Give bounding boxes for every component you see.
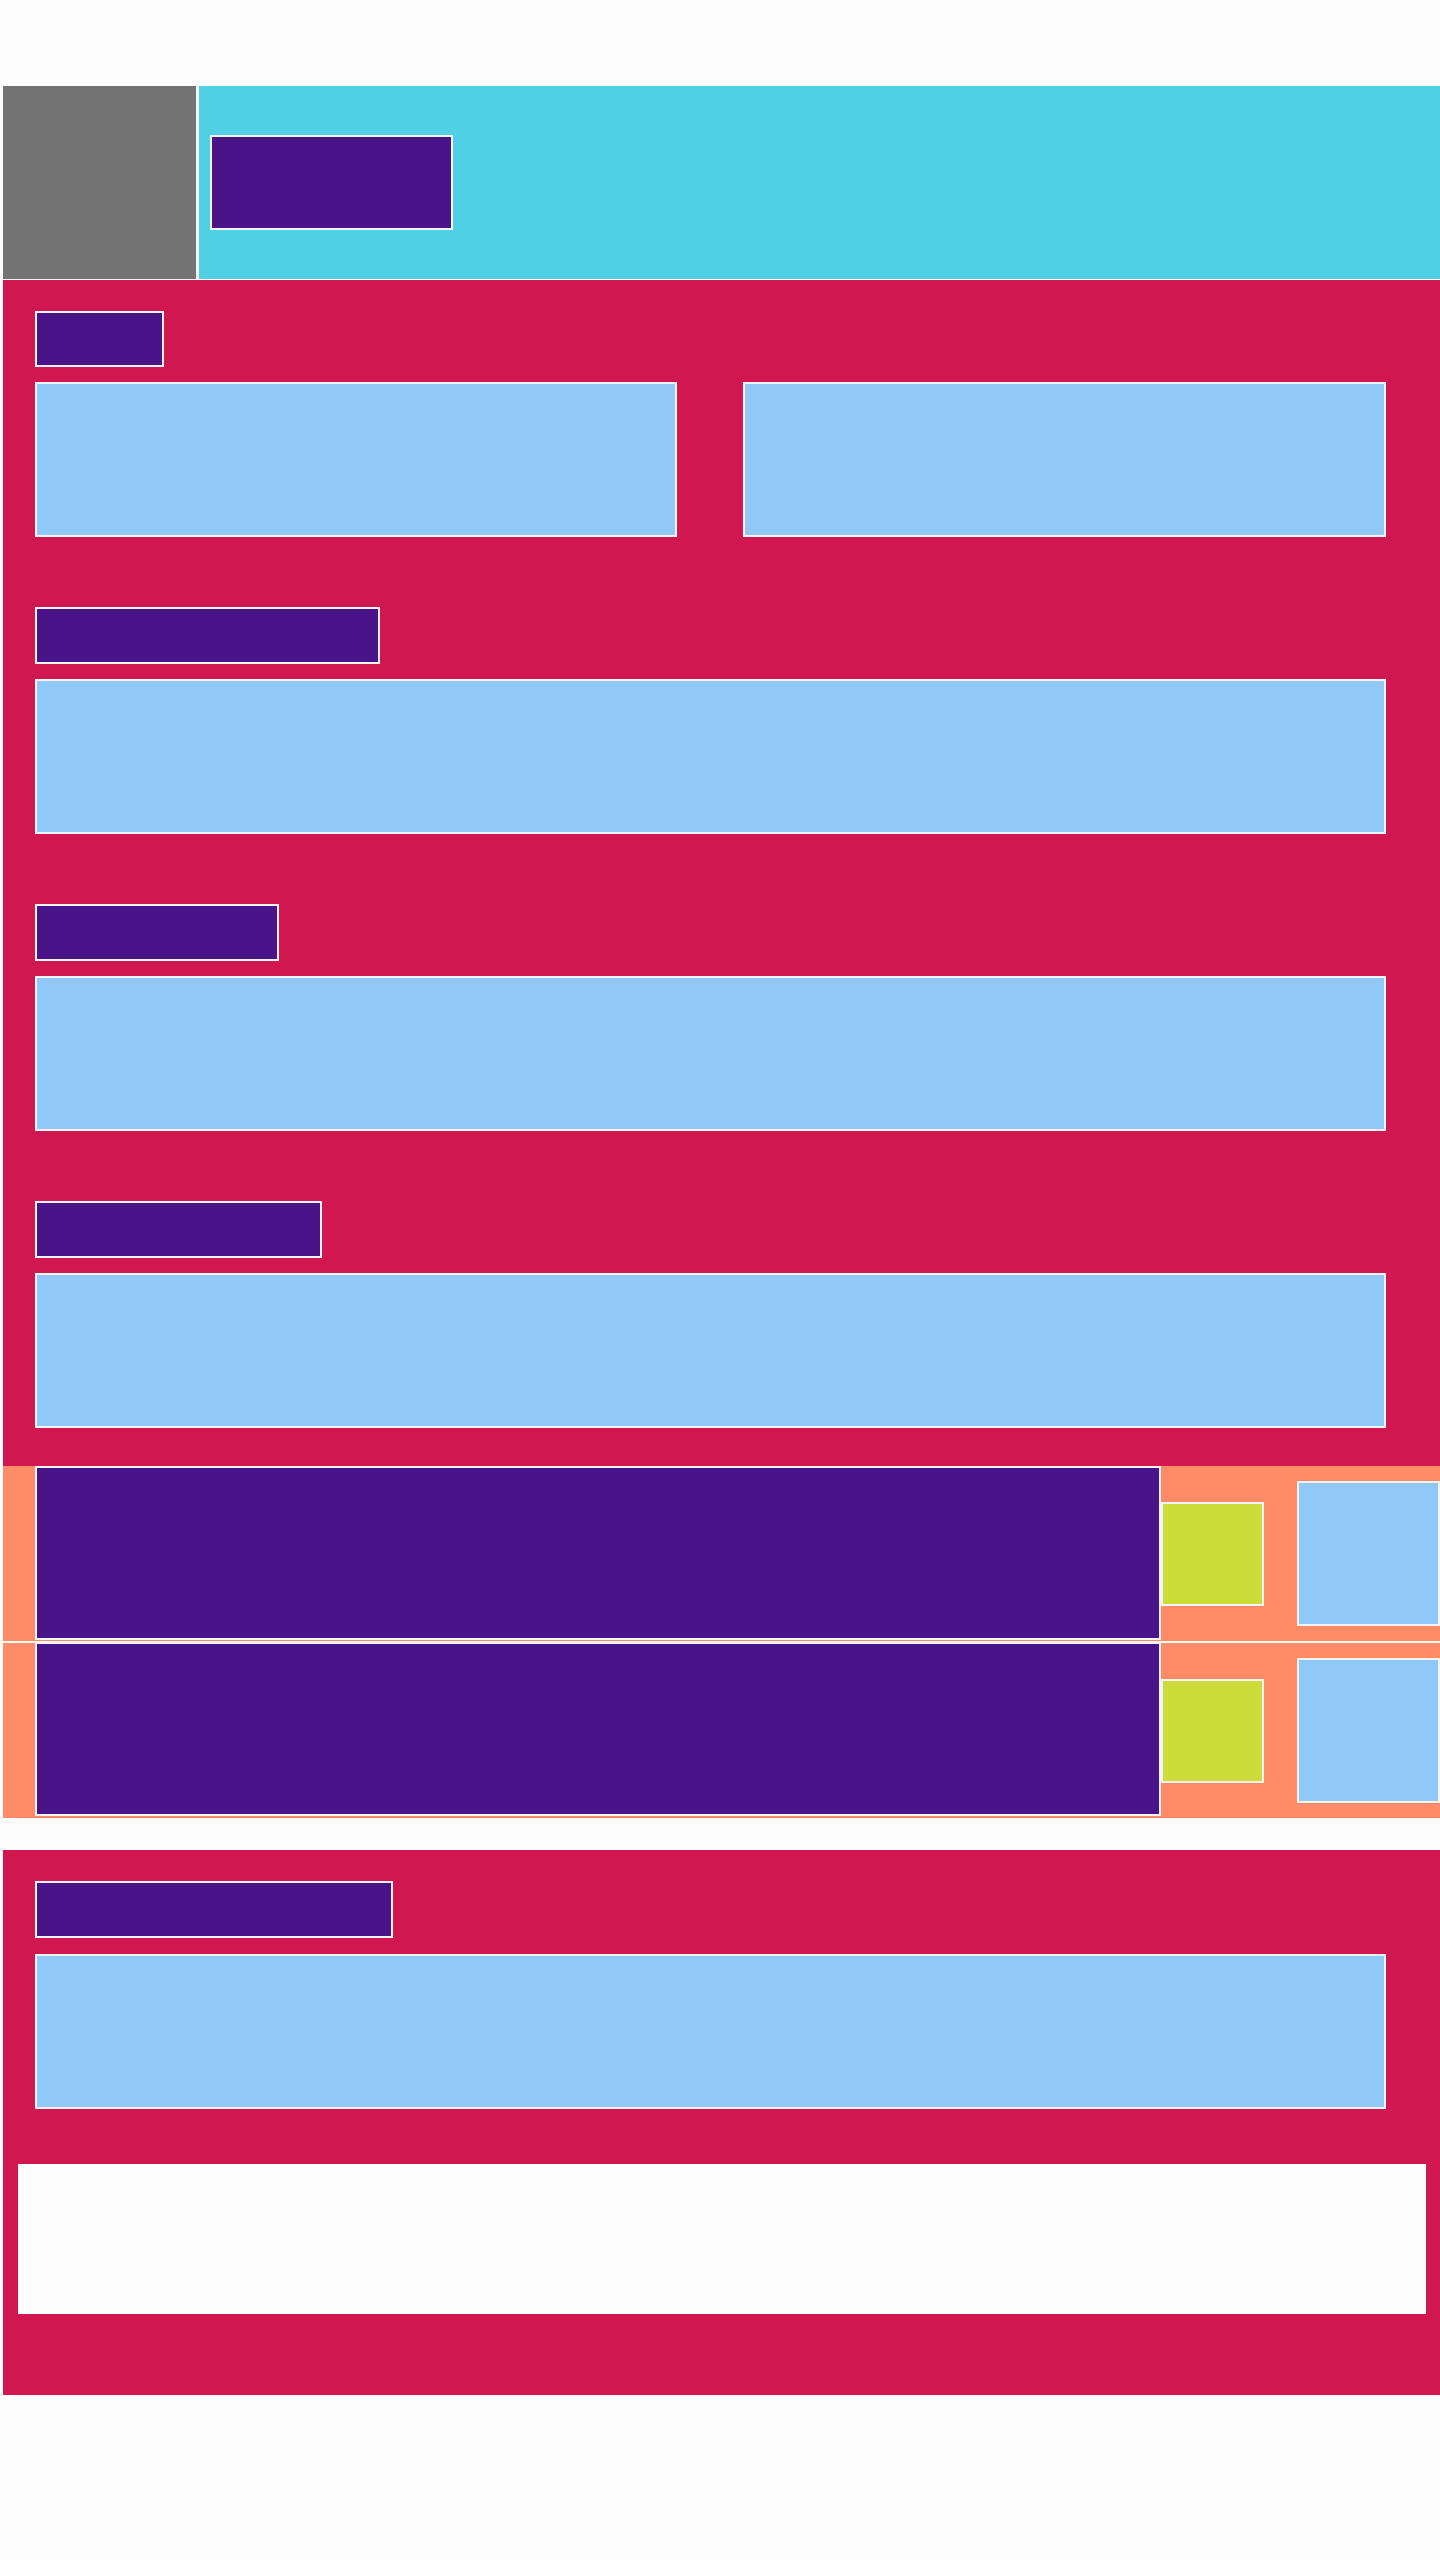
input-value [37,681,1384,832]
list-item-checkbox[interactable] [1161,1679,1264,1783]
input-value [37,1956,1384,2107]
field-label [35,311,164,367]
input-value [37,978,1384,1129]
text-input[interactable] [35,1273,1386,1428]
input-value [37,1275,1384,1426]
submit-button[interactable] [18,2164,1426,2314]
field-label-text [37,609,378,662]
list-item-title [37,1644,1159,1814]
back-button[interactable] [3,86,196,279]
field-label-text [37,906,277,959]
list-item-action-label [1299,1660,1438,1801]
field-label-text [37,1203,320,1256]
field-label [35,1881,393,1938]
field-label-text [37,1883,391,1936]
list-item-content[interactable] [35,1466,1161,1640]
field-label [35,904,279,961]
page-title [210,135,453,230]
list-item-checkbox[interactable] [1161,1502,1264,1606]
list-item-action-label [1299,1483,1438,1624]
submit-button-label [18,2164,1426,2314]
field-label-text [37,313,162,365]
input-value [37,384,675,535]
text-input[interactable] [35,1954,1386,2109]
last-name-input[interactable] [743,382,1386,537]
text-input[interactable] [35,976,1386,1131]
list-item-title [37,1468,1159,1638]
list-item-action-button[interactable] [1297,1658,1440,1803]
list-item-content[interactable] [35,1642,1161,1816]
field-label [35,607,380,664]
first-name-input[interactable] [35,382,677,537]
list-item-action-button[interactable] [1297,1481,1440,1626]
text-input[interactable] [35,679,1386,834]
field-label [35,1201,322,1258]
input-value [745,384,1384,535]
